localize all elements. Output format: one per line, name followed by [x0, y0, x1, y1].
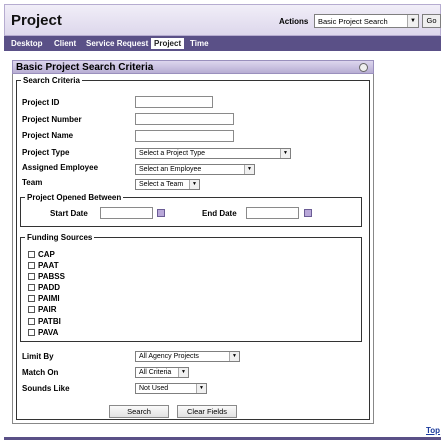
funding-sources-fieldset: Funding Sources	[20, 233, 362, 342]
opened-between-legend: Project Opened Between	[27, 193, 122, 202]
project-name-label: Project Name	[22, 131, 74, 140]
start-date-input[interactable]	[100, 207, 153, 219]
team-label: Team	[22, 178, 43, 187]
go-button[interactable]: Go	[422, 14, 441, 28]
search-criteria-legend: Search Criteria	[23, 76, 80, 85]
calendar-icon[interactable]	[157, 209, 165, 217]
sounds-like-value: Not Used	[139, 385, 169, 392]
funding-label-patbi: PATBI	[38, 317, 61, 326]
funding-label-pabss: PABSS	[38, 272, 65, 281]
panel-header: Basic Project Search Criteria	[12, 60, 374, 74]
funding-checkbox-cap[interactable]	[28, 251, 35, 258]
chevron-down-icon: ▼	[407, 15, 418, 27]
chevron-down-icon: ▼	[229, 352, 239, 361]
funding-checkbox-paat[interactable]	[28, 262, 35, 269]
funding-checkbox-padd[interactable]	[28, 284, 35, 291]
assigned-employee-label: Assigned Employee	[22, 163, 99, 172]
project-number-input[interactable]	[135, 113, 234, 125]
clear-fields-button[interactable]: Clear Fields	[177, 405, 237, 418]
match-on-label: Match On	[22, 368, 59, 377]
team-value: Select a Team	[139, 181, 184, 188]
chevron-down-icon: ▼	[280, 149, 290, 158]
start-date-label: Start Date	[50, 209, 88, 218]
page-title: Project	[11, 12, 62, 29]
limit-by-value: All Agency Projects	[139, 353, 199, 360]
calendar-icon[interactable]	[304, 209, 312, 217]
collapse-icon[interactable]	[359, 63, 368, 72]
nav-item-time[interactable]: Time	[187, 36, 212, 51]
funding-label-paat: PAAT	[38, 261, 59, 270]
app-header: Project Actions Basic Project Search ▼ G…	[4, 4, 441, 36]
top-link[interactable]: Top	[426, 426, 440, 435]
team-select[interactable]: Select a Team ▼	[135, 179, 200, 190]
end-date-label: End Date	[202, 209, 237, 218]
funding-checkbox-patbi[interactable]	[28, 318, 35, 325]
funding-label-paimi: PAIMI	[38, 294, 60, 303]
chevron-down-icon: ▼	[189, 180, 199, 189]
project-name-input[interactable]	[135, 130, 234, 142]
project-id-input[interactable]	[135, 96, 213, 108]
match-on-select[interactable]: All Criteria ▼	[135, 367, 189, 378]
limit-by-label: Limit By	[22, 352, 54, 361]
nav-item-project[interactable]: Project	[150, 37, 186, 50]
sounds-like-label: Sounds Like	[22, 384, 70, 393]
project-id-label: Project ID	[22, 98, 60, 107]
funding-label-cap: CAP	[38, 250, 55, 259]
funding-checkbox-pabss[interactable]	[28, 273, 35, 280]
funding-label-pava: PAVA	[38, 328, 59, 337]
project-number-label: Project Number	[22, 115, 82, 124]
sounds-like-select[interactable]: Not Used ▼	[135, 383, 207, 394]
project-type-value: Select a Project Type	[139, 150, 206, 157]
funding-sources-legend: Funding Sources	[27, 233, 93, 242]
limit-by-select[interactable]: All Agency Projects ▼	[135, 351, 240, 362]
nav-item-client[interactable]: Client	[51, 36, 79, 51]
search-panel: Search Criteria Project ID Project Numbe…	[12, 74, 374, 424]
end-date-input[interactable]	[246, 207, 299, 219]
assigned-employee-select[interactable]: Select an Employee ▼	[135, 164, 255, 175]
actions-select[interactable]: Basic Project Search ▼	[314, 14, 419, 28]
project-type-select[interactable]: Select a Project Type ▼	[135, 148, 291, 159]
match-on-value: All Criteria	[139, 369, 172, 376]
chevron-down-icon: ▼	[178, 368, 188, 377]
nav-item-desktop[interactable]: Desktop	[8, 36, 46, 51]
funding-label-padd: PADD	[38, 283, 61, 292]
actions-label: Actions	[279, 17, 309, 26]
assigned-employee-value: Select an Employee	[139, 166, 202, 173]
funding-checkbox-paimi[interactable]	[28, 295, 35, 302]
main-nav: Desktop Client Service Request Project T…	[4, 36, 441, 51]
bottom-bar	[4, 437, 441, 440]
funding-label-pair: PAIR	[38, 305, 57, 314]
chevron-down-icon: ▼	[196, 384, 206, 393]
funding-checkbox-pava[interactable]	[28, 329, 35, 336]
chevron-down-icon: ▼	[244, 165, 254, 174]
project-type-label: Project Type	[22, 148, 70, 157]
panel-title: Basic Project Search Criteria	[16, 62, 154, 73]
nav-item-service-request[interactable]: Service Request	[83, 36, 151, 51]
funding-checkbox-pair[interactable]	[28, 306, 35, 313]
actions-select-value: Basic Project Search	[318, 17, 388, 26]
search-button[interactable]: Search	[109, 405, 169, 418]
